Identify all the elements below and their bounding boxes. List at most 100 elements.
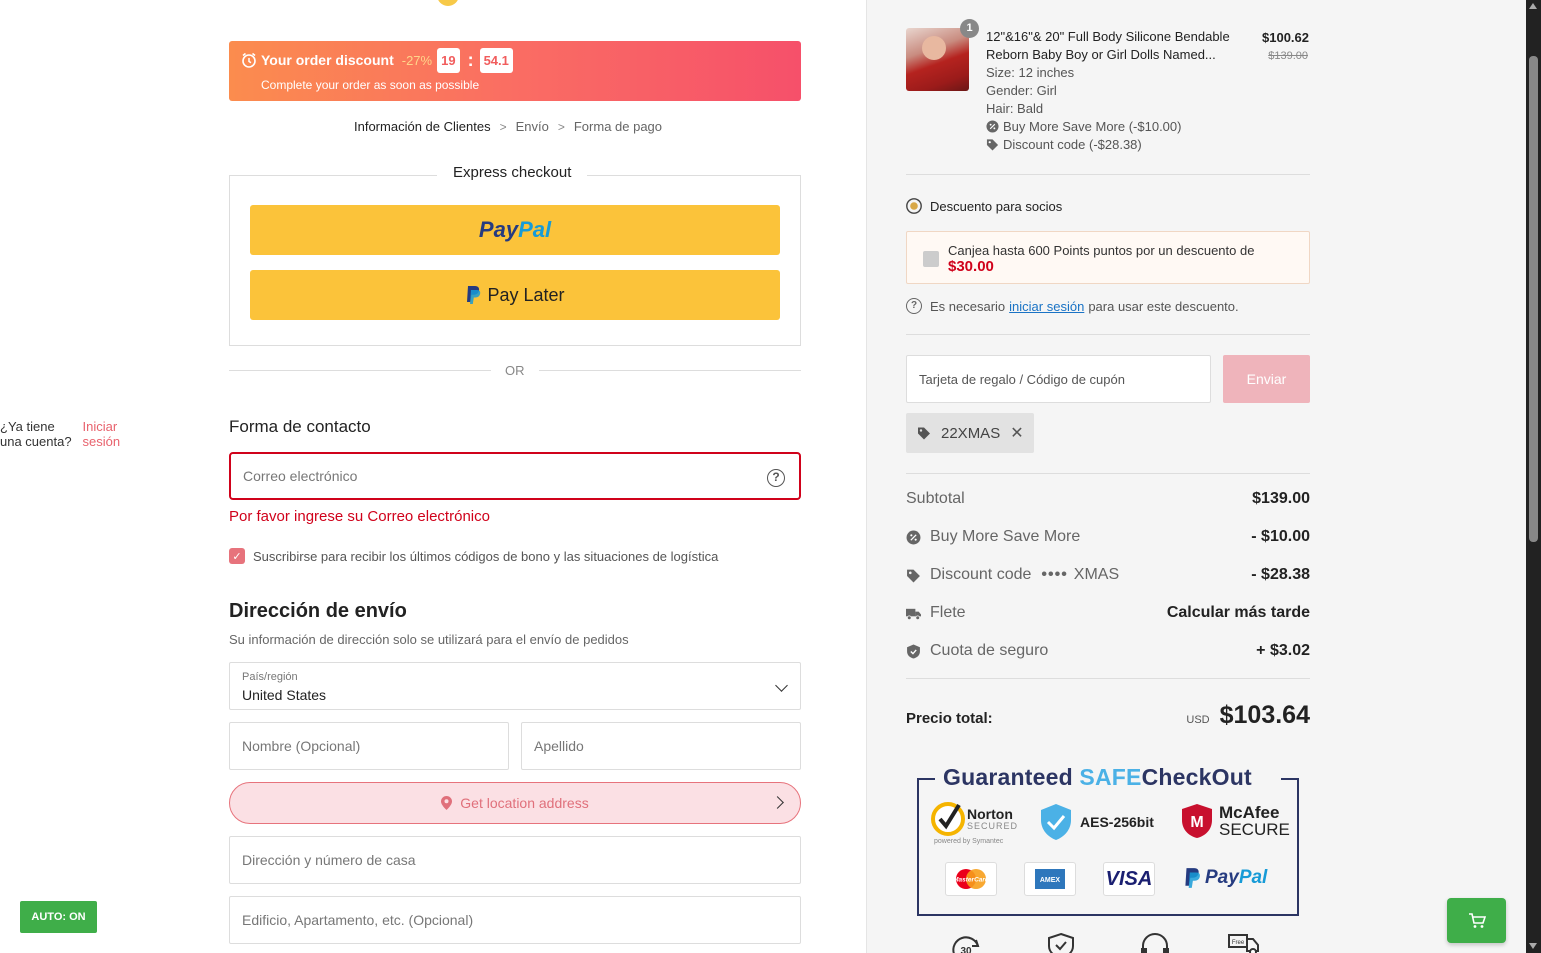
login-required-suffix: para usar este descuento. <box>1088 298 1239 314</box>
scrollbar-thumb[interactable] <box>1529 56 1538 542</box>
thirty-day-return-icon: 30 <box>952 936 980 953</box>
get-location-button[interactable]: Get location address <box>229 782 801 824</box>
total-amount: $103.64 <box>1219 701 1310 729</box>
coupon-input[interactable]: Tarjeta de regalo / Código de cupón <box>906 355 1211 403</box>
insurance-value: + $3.02 <box>1256 642 1310 659</box>
norton-logo: Norton SECURED <box>931 802 1018 836</box>
total-label: Precio total: <box>906 710 993 727</box>
auto-toggle-button[interactable]: AUTO: ON <box>20 901 97 933</box>
total-currency: USD <box>1186 714 1210 726</box>
discount-value: - $28.38 <box>1251 566 1310 583</box>
breadcrumb-shipping[interactable]: Envío <box>516 119 549 134</box>
first-name-field[interactable]: Nombre (Opcional) <box>229 722 509 770</box>
subscribe-checkbox[interactable]: ✓ <box>229 548 245 564</box>
email-field[interactable]: Correo electrónico ? <box>229 452 801 500</box>
product-promo-bmsm: Buy More Save More (-$10.00) <box>986 119 1181 134</box>
tag-icon <box>918 427 930 440</box>
badge-border-left <box>917 778 935 780</box>
last-name-field[interactable]: Apellido <box>521 722 801 770</box>
bmsm-label: Buy More Save More <box>930 528 1081 545</box>
pay-later-label: Pay Later <box>487 284 565 305</box>
bmsm-row: Buy More Save More - $10.00 <box>906 528 1310 546</box>
tag-icon <box>986 139 999 151</box>
address2-placeholder: Edificio, Apartamento, etc. (Opcional) <box>242 912 474 928</box>
get-location-label: Get location address <box>460 795 589 811</box>
amex-icon: AMEX <box>1024 862 1076 896</box>
chevron-right-icon: > <box>557 119 565 134</box>
help-icon[interactable]: ? <box>767 469 785 487</box>
shipping-row: Flete Calcular más tarde <box>906 604 1310 622</box>
paypal-button[interactable]: Pay Pal <box>250 205 780 255</box>
svg-text:30: 30 <box>960 946 972 953</box>
first-name-placeholder: Nombre (Opcional) <box>242 738 361 754</box>
sun-icon <box>437 0 459 6</box>
product-name[interactable]: 12"&16"& 20" Full Body Silicone Bendable… <box>986 28 1248 64</box>
address-field[interactable]: Dirección y número de casa <box>229 836 801 884</box>
aes-logo: AES-256bit <box>1036 802 1154 842</box>
norton-check-icon <box>931 802 965 836</box>
breadcrumb-payment[interactable]: Forma de pago <box>574 119 662 134</box>
member-discount-header: Descuento para socios <box>906 198 1062 214</box>
mastercard-icon: MasterCard <box>945 862 997 896</box>
badge-percent-icon <box>986 120 999 133</box>
subtotal-row: Subtotal $139.00 <box>906 490 1310 508</box>
aes-text: AES-256bit <box>1080 814 1154 830</box>
remove-coupon-close-icon[interactable]: ✕ <box>1010 423 1023 443</box>
mcafee-secure-text: SECURE <box>1219 820 1290 839</box>
scroll-down-arrow-icon[interactable] <box>1529 943 1537 949</box>
last-name-placeholder: Apellido <box>534 738 584 754</box>
divider <box>539 370 801 371</box>
subscribe-option[interactable]: ✓ Suscribirse para recibir los últimos c… <box>229 548 718 564</box>
subtotal-value: $139.00 <box>1252 490 1310 507</box>
discount-dots: •••• <box>1041 566 1068 583</box>
help-icon: ? <box>906 298 922 314</box>
discount-percent: -27% <box>401 52 433 68</box>
svg-text:MasterCard: MasterCard <box>953 877 990 884</box>
email-placeholder: Correo electrónico <box>243 468 358 484</box>
product-hair: Hair: Bald <box>986 101 1044 116</box>
bmsm-value: - $10.00 <box>1251 528 1310 545</box>
divider <box>906 334 1310 335</box>
paypal-icon <box>467 286 481 304</box>
norton-text: Norton <box>967 805 1013 822</box>
discount-subtitle: Complete your order as soon as possible <box>261 78 480 92</box>
location-pin-icon <box>441 796 453 810</box>
divider <box>906 678 1310 679</box>
paypal-pay-later-button[interactable]: Pay Later <box>250 270 780 320</box>
badge-border-right <box>1281 778 1299 780</box>
svg-text:Free: Free <box>1232 940 1245 946</box>
product-size: Size: 12 inches <box>986 65 1075 80</box>
express-checkout-box <box>229 175 801 346</box>
points-redeem-box[interactable]: Canjea hasta 600 Points puntos por un de… <box>906 231 1310 284</box>
login-link[interactable]: iniciar sesión <box>1009 299 1084 314</box>
safe-title-part1: Guaranteed <box>943 764 1073 790</box>
country-select[interactable]: País/región United States <box>229 662 801 710</box>
divider <box>229 370 491 371</box>
shopping-cart-icon <box>1468 912 1486 928</box>
page-scrollbar[interactable] <box>1526 0 1541 953</box>
applied-coupon-code: 22XMAS <box>941 424 1001 442</box>
chevron-right-icon <box>771 796 784 809</box>
applied-coupon-chip: 22XMAS ✕ <box>906 413 1034 453</box>
breadcrumb: Información de Clientes > Envío > Forma … <box>354 119 662 134</box>
points-redeem-text: Canjea hasta 600 Points puntos por un de… <box>948 243 1255 258</box>
visa-icon: VISA <box>1103 862 1155 896</box>
mcafee-shield-icon: M <box>1182 804 1212 838</box>
discount-label: Discount code <box>930 566 1032 583</box>
product-gender: Gender: Girl <box>986 83 1057 98</box>
breadcrumb-customer-info[interactable]: Información de Clientes <box>354 119 491 134</box>
paypal-logo-part2: Pal <box>518 217 552 242</box>
alarm-clock-icon <box>242 52 256 68</box>
paypal-icon <box>1185 868 1200 888</box>
cart-button[interactable] <box>1447 898 1506 943</box>
points-checkbox[interactable] <box>923 251 939 267</box>
svg-text:M: M <box>1190 814 1203 831</box>
address2-field[interactable]: Edificio, Apartamento, etc. (Opcional) <box>229 896 801 944</box>
discount-code: XMAS <box>1073 566 1120 583</box>
tag-icon <box>907 569 920 582</box>
login-link[interactable]: Iniciar sesión <box>82 419 126 449</box>
divider <box>906 473 1310 474</box>
scroll-up-arrow-icon[interactable] <box>1529 3 1537 9</box>
coupon-submit-button[interactable]: Enviar <box>1223 355 1310 403</box>
subtotal-label: Subtotal <box>906 490 965 507</box>
